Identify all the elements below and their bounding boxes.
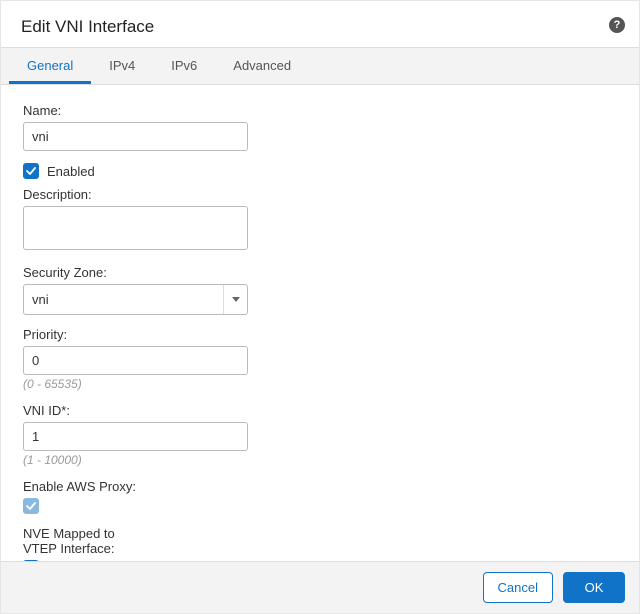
field-vni-id: VNI ID*: (1 - 10000) [23, 403, 617, 467]
tab-ipv4[interactable]: IPv4 [91, 48, 153, 84]
field-description: Description: [23, 187, 617, 253]
tab-advanced[interactable]: Advanced [215, 48, 309, 84]
tab-bar: General IPv4 IPv6 Advanced [1, 47, 639, 85]
description-label: Description: [23, 187, 617, 202]
enabled-checkbox[interactable] [23, 163, 39, 179]
name-label: Name: [23, 103, 617, 118]
tab-ipv6[interactable]: IPv6 [153, 48, 215, 84]
dialog-title: Edit VNI Interface [21, 17, 619, 37]
enabled-label: Enabled [47, 164, 95, 179]
priority-hint: (0 - 65535) [23, 377, 617, 391]
security-zone-select[interactable]: vni [23, 284, 248, 315]
aws-proxy-checkbox[interactable] [23, 498, 39, 514]
dialog-header: Edit VNI Interface ? [1, 1, 639, 47]
cancel-button[interactable]: Cancel [483, 572, 553, 603]
dialog-footer: Cancel OK [1, 561, 639, 613]
chevron-down-icon [223, 285, 247, 314]
tab-content-general: Name: Enabled Description: Security Zone… [1, 85, 639, 576]
aws-proxy-label: Enable AWS Proxy: [23, 479, 617, 494]
ok-button[interactable]: OK [563, 572, 625, 603]
field-security-zone: Security Zone: vni [23, 265, 617, 315]
vni-id-label: VNI ID*: [23, 403, 617, 418]
description-input[interactable] [23, 206, 248, 250]
check-icon [26, 166, 36, 176]
edit-vni-dialog: Edit VNI Interface ? General IPv4 IPv6 A… [0, 0, 640, 614]
check-icon [26, 501, 36, 511]
field-enabled: Enabled [23, 163, 617, 179]
priority-label: Priority: [23, 327, 617, 342]
nve-mapped-label: NVE Mapped to VTEP Interface: [23, 526, 617, 556]
security-zone-label: Security Zone: [23, 265, 617, 280]
field-aws-proxy: Enable AWS Proxy: [23, 479, 617, 514]
help-icon[interactable]: ? [609, 17, 625, 33]
field-priority: Priority: (0 - 65535) [23, 327, 617, 391]
field-name: Name: [23, 103, 617, 151]
tab-general[interactable]: General [9, 48, 91, 84]
security-zone-value: vni [32, 292, 49, 307]
vni-id-hint: (1 - 10000) [23, 453, 617, 467]
vni-id-input[interactable] [23, 422, 248, 451]
priority-input[interactable] [23, 346, 248, 375]
name-input[interactable] [23, 122, 248, 151]
